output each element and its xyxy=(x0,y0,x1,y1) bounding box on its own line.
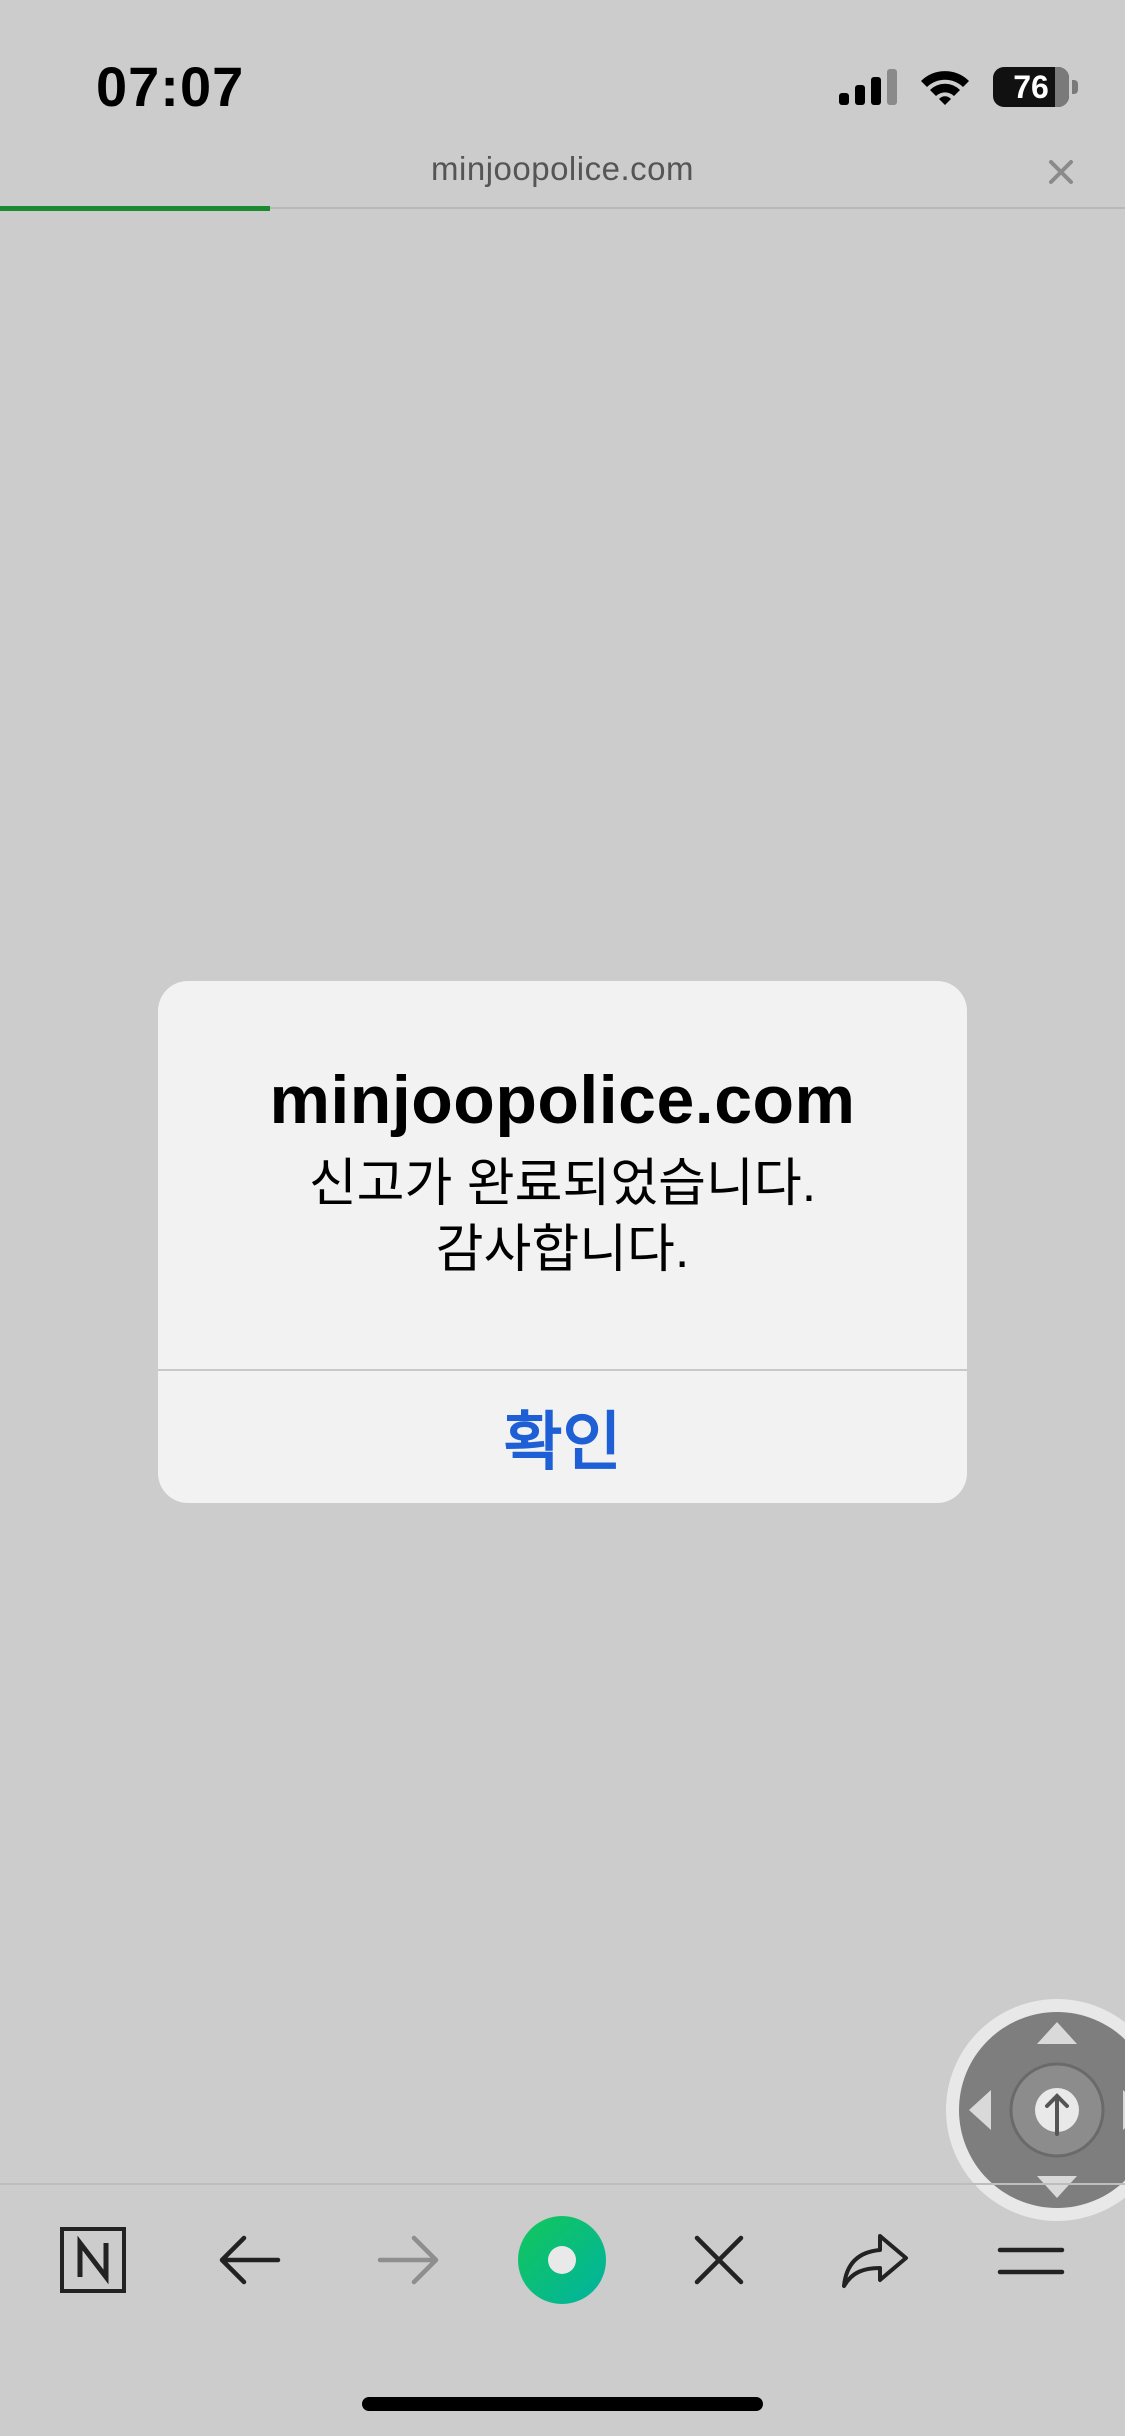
menu-button[interactable] xyxy=(976,2200,1086,2320)
stop-button[interactable] xyxy=(664,2200,774,2320)
share-button[interactable] xyxy=(820,2200,930,2320)
alert-title: minjoopolice.com xyxy=(269,1062,856,1138)
bottom-toolbar xyxy=(0,2200,1125,2320)
load-progress-bar xyxy=(0,206,270,211)
status-time: 07:07 xyxy=(96,55,245,118)
back-arrow-icon xyxy=(219,2235,281,2285)
joystick-pad[interactable] xyxy=(959,2012,1125,2208)
close-icon[interactable] xyxy=(1041,152,1081,192)
green-dot-icon xyxy=(518,2216,606,2304)
floating-scroll-control[interactable] xyxy=(946,1999,1125,2221)
alert-message-line2: 감사합니다. xyxy=(435,1221,690,1279)
battery-icon: 76 xyxy=(993,67,1078,107)
close-icon xyxy=(694,2235,744,2285)
green-dot-button[interactable] xyxy=(507,2200,617,2320)
forward-button[interactable] xyxy=(353,2200,463,2320)
battery-level: 76 xyxy=(1013,68,1049,105)
status-icons: 76 xyxy=(839,62,1078,112)
alert-message-line1: 신고가 완료되었습니다. xyxy=(308,1155,817,1213)
joystick-arrows-icon xyxy=(969,2022,1125,2198)
alert-message: 신고가 완료되었습니다. 감사합니다. xyxy=(158,1151,967,1283)
home-indicator xyxy=(362,2397,763,2411)
signal-icon xyxy=(839,69,897,105)
confirm-button[interactable]: 확인 xyxy=(158,1371,967,1503)
back-button[interactable] xyxy=(195,2200,305,2320)
share-icon xyxy=(842,2234,908,2288)
wifi-icon xyxy=(921,71,969,105)
toolbar-divider xyxy=(0,2183,1125,2185)
url-title[interactable]: minjoopolice.com xyxy=(0,150,1125,188)
forward-arrow-icon xyxy=(377,2235,439,2285)
naver-home-icon xyxy=(60,2227,126,2293)
alert-dialog: minjoopolice.com 신고가 완료되었습니다. 감사합니다. 확인 xyxy=(158,981,967,1503)
menu-icon xyxy=(997,2247,1065,2275)
naver-home-button[interactable] xyxy=(38,2200,148,2320)
